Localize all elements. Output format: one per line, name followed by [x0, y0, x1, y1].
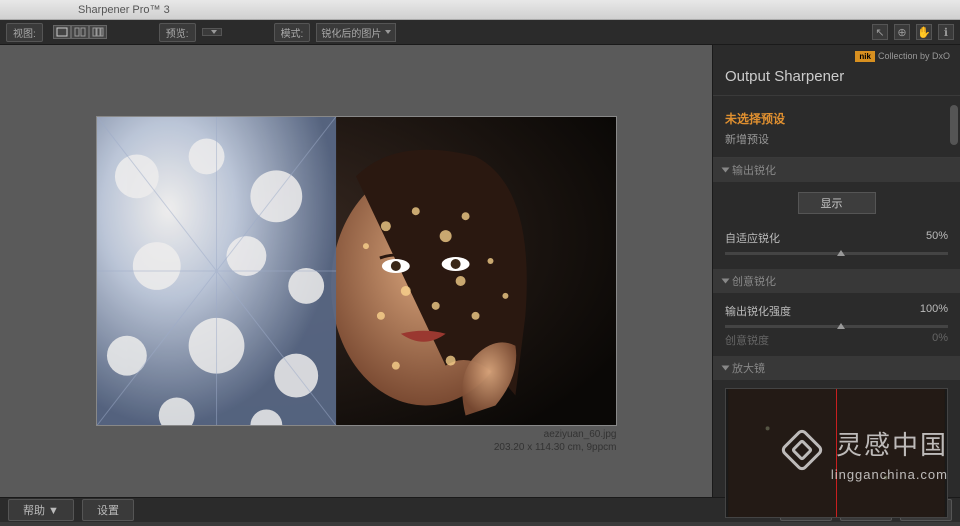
- nik-logo: nik: [855, 51, 875, 62]
- title-bar: Sharpener Pro™ 3: [0, 0, 960, 20]
- file-dims: 203.20 x 114.30 cm, 9ppcm: [494, 441, 617, 454]
- view-side-icon[interactable]: [89, 25, 107, 39]
- adaptive-value: 50%: [926, 230, 948, 246]
- scrollbar[interactable]: [950, 105, 958, 145]
- window-title: Sharpener Pro™ 3: [78, 4, 170, 16]
- view-single-icon[interactable]: [53, 25, 71, 39]
- preview-image[interactable]: [96, 116, 617, 426]
- hand-icon[interactable]: ✋: [916, 24, 932, 40]
- settings-button[interactable]: 设置: [82, 499, 134, 521]
- preview-dropdown[interactable]: [202, 28, 222, 36]
- brand-row: nikCollection by DxO: [713, 45, 960, 64]
- panel-title: Output Sharpener: [713, 64, 960, 96]
- top-toolbar: 视图: 预览: 模式: 锐化后的图片 ↖ ⊕ ✋ ℹ: [0, 20, 960, 45]
- strength-value: 100%: [920, 303, 948, 319]
- strength-slider[interactable]: [725, 325, 948, 328]
- file-name: aeziyuan_60.jpg: [494, 428, 617, 441]
- adaptive-slider[interactable]: [725, 252, 948, 255]
- chevron-down-icon: [722, 168, 730, 173]
- display-dropdown[interactable]: 显示: [798, 192, 876, 214]
- strength-label: 输出锐化强度: [725, 303, 791, 319]
- view-split-icon[interactable]: [71, 25, 89, 39]
- view-label: 视图:: [6, 23, 43, 42]
- chevron-down-icon: [722, 366, 730, 371]
- adaptive-label: 自适应锐化: [725, 230, 780, 246]
- help-button[interactable]: 帮助 ▼: [8, 499, 74, 521]
- mode-label: 模式:: [274, 23, 311, 42]
- section-output-header[interactable]: 输出锐化: [713, 158, 960, 182]
- preset-new[interactable]: 新增预设: [725, 131, 948, 147]
- preset-active[interactable]: 未选择预设: [725, 110, 948, 127]
- loupe-view[interactable]: [725, 388, 948, 518]
- zoom-icon[interactable]: ⊕: [894, 24, 910, 40]
- info-icon[interactable]: ℹ: [938, 24, 954, 40]
- view-mode-buttons: [53, 25, 107, 39]
- file-info: aeziyuan_60.jpg 203.20 x 114.30 cm, 9ppc…: [494, 428, 617, 454]
- chevron-down-icon: [722, 279, 730, 284]
- section-creative-header[interactable]: 创意锐化: [713, 269, 960, 293]
- pointer-icon[interactable]: ↖: [872, 24, 888, 40]
- canvas-area[interactable]: aeziyuan_60.jpg 203.20 x 114.30 cm, 9ppc…: [0, 45, 712, 497]
- preview-label: 预览:: [159, 23, 196, 42]
- section-loupe-header[interactable]: 放大镜: [713, 356, 960, 380]
- mode-dropdown[interactable]: 锐化后的图片: [316, 23, 396, 42]
- right-panel: nikCollection by DxO Output Sharpener 未选…: [712, 45, 960, 497]
